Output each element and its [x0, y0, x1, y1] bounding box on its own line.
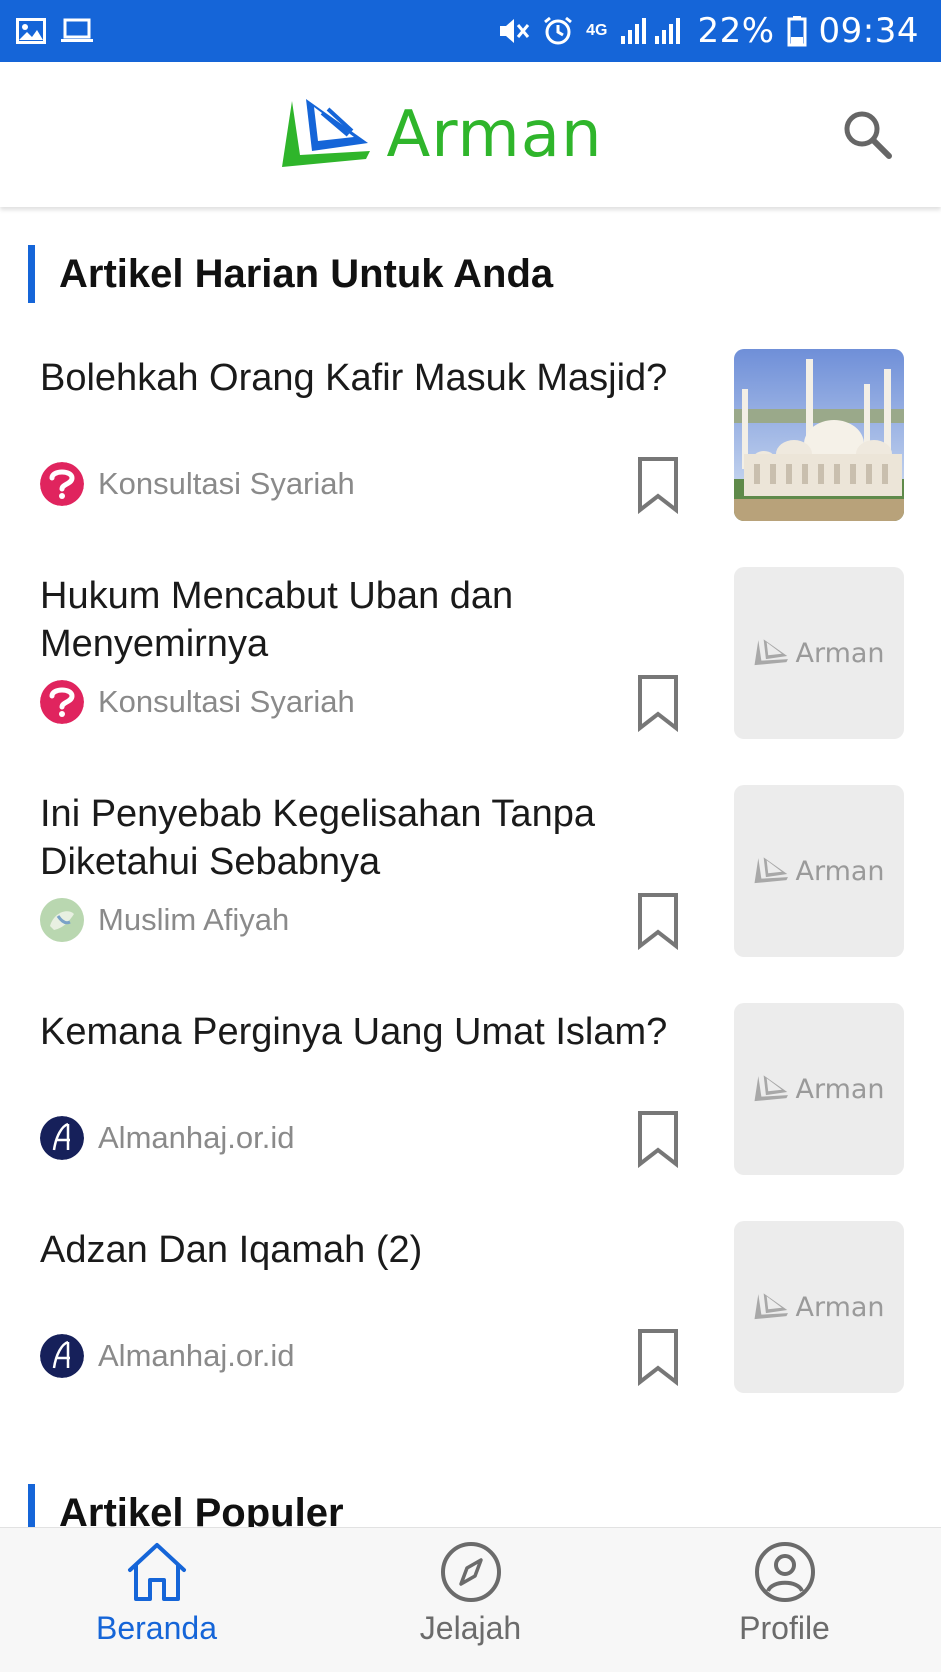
- battery-percent: 22%: [697, 11, 775, 51]
- bookmark-icon[interactable]: [636, 892, 680, 950]
- article-thumbnail-placeholder[interactable]: Arman: [734, 1003, 904, 1175]
- article-source[interactable]: Muslim Afiyah: [40, 898, 289, 942]
- laptop-icon: [61, 18, 93, 42]
- article-title[interactable]: Adzan Dan Iqamah (2): [40, 1226, 700, 1274]
- muslim-afiyah-logo-icon: [40, 898, 84, 942]
- article-title[interactable]: Hukum Mencabut Uban dan Menyemirnya: [40, 572, 700, 668]
- almanhaj-logo-icon: [40, 1116, 84, 1160]
- arman-logo-icon: [754, 1075, 789, 1102]
- section-accent-bar: [28, 245, 35, 303]
- thumb-label: Arman: [795, 1291, 885, 1323]
- konsultasi-syariah-logo-icon: [40, 680, 84, 724]
- bookmark-icon[interactable]: [636, 1110, 680, 1168]
- network-type: 4G: [586, 22, 608, 39]
- article-item[interactable]: Hukum Mencabut Uban dan Menyemirnya Kons…: [0, 567, 941, 748]
- home-icon: [127, 1543, 186, 1601]
- thumb-label: Arman: [795, 1073, 885, 1105]
- article-thumbnail[interactable]: [734, 349, 904, 521]
- source-name: Almanhaj.or.id: [98, 1338, 295, 1373]
- arman-logo-icon: [754, 639, 789, 666]
- section-heading-daily: Artikel Harian Untuk Anda: [28, 245, 553, 303]
- article-item[interactable]: Bolehkah Orang Kafir Masuk Masjid? Konsu…: [0, 349, 941, 530]
- thumb-label: Arman: [795, 855, 885, 887]
- source-name: Almanhaj.or.id: [98, 1120, 295, 1155]
- bookmark-icon[interactable]: [636, 456, 680, 514]
- nav-label: Profile: [739, 1610, 830, 1646]
- arman-logo-icon: [754, 1293, 789, 1320]
- section-accent-bar: [28, 1484, 35, 1527]
- article-title[interactable]: Kemana Perginya Uang Umat Islam?: [40, 1008, 700, 1056]
- thumb-label: Arman: [795, 637, 885, 669]
- almanhaj-logo-icon: [40, 1334, 84, 1378]
- article-source[interactable]: Konsultasi Syariah: [40, 462, 355, 506]
- compass-icon: [440, 1542, 501, 1602]
- bookmark-icon[interactable]: [636, 674, 680, 732]
- article-thumbnail-placeholder[interactable]: Arman: [734, 785, 904, 957]
- nav-item-profile[interactable]: Profile: [628, 1528, 941, 1672]
- search-icon: [844, 111, 892, 159]
- arman-logo-icon: [754, 857, 789, 884]
- section-title: Artikel Populer: [59, 1490, 344, 1528]
- article-item[interactable]: Kemana Perginya Uang Umat Islam? Almanha…: [0, 1003, 941, 1184]
- battery-icon: [787, 16, 807, 47]
- source-name: Konsultasi Syariah: [98, 466, 355, 501]
- article-source[interactable]: Almanhaj.or.id: [40, 1334, 294, 1378]
- mosque-photo: [734, 349, 904, 521]
- gallery-icon: [16, 18, 46, 44]
- article-item[interactable]: Ini Penyebab Kegelisahan Tanpa Diketahui…: [0, 785, 941, 966]
- app-header: Arman: [0, 62, 941, 207]
- brand-name: Arman: [386, 97, 603, 172]
- status-left: [16, 18, 94, 44]
- nav-label: Beranda: [96, 1610, 217, 1646]
- konsultasi-syariah-logo-icon: [40, 462, 84, 506]
- article-title[interactable]: Bolehkah Orang Kafir Masuk Masjid?: [40, 354, 700, 402]
- signal-icon: [621, 18, 681, 44]
- source-name: Muslim Afiyah: [98, 902, 290, 937]
- status-bar: 4G 22% 09:34: [0, 0, 941, 62]
- article-source[interactable]: Konsultasi Syariah: [40, 680, 355, 724]
- search-button[interactable]: [837, 104, 897, 164]
- brand[interactable]: Arman: [278, 97, 602, 173]
- bookmark-icon[interactable]: [636, 1328, 680, 1386]
- arman-logo-icon: [282, 98, 371, 167]
- alarm-icon: [544, 16, 573, 45]
- article-thumbnail-placeholder[interactable]: Arman: [734, 1221, 904, 1393]
- bottom-nav: Beranda Jelajah Profile: [0, 1527, 941, 1672]
- source-name: Konsultasi Syariah: [98, 684, 355, 719]
- nav-item-jelajah[interactable]: Jelajah: [314, 1528, 627, 1672]
- article-title[interactable]: Ini Penyebab Kegelisahan Tanpa Diketahui…: [40, 790, 700, 886]
- nav-label: Jelajah: [419, 1610, 522, 1646]
- mute-icon: [500, 19, 530, 43]
- clock: 09:34: [818, 11, 919, 51]
- content[interactable]: Artikel Harian Untuk Anda Bolehkah Orang…: [0, 207, 941, 1527]
- status-right: 4G 22% 09:34: [496, 11, 919, 51]
- profile-icon: [754, 1542, 815, 1602]
- article-thumbnail-placeholder[interactable]: Arman: [734, 567, 904, 739]
- article-item[interactable]: Adzan Dan Iqamah (2) Almanhaj.or.id Arma…: [0, 1221, 941, 1402]
- section-title: Artikel Harian Untuk Anda: [59, 251, 554, 296]
- section-heading-popular: Artikel Populer: [28, 1484, 344, 1527]
- nav-item-beranda[interactable]: Beranda: [0, 1528, 313, 1672]
- article-source[interactable]: Almanhaj.or.id: [40, 1116, 294, 1160]
